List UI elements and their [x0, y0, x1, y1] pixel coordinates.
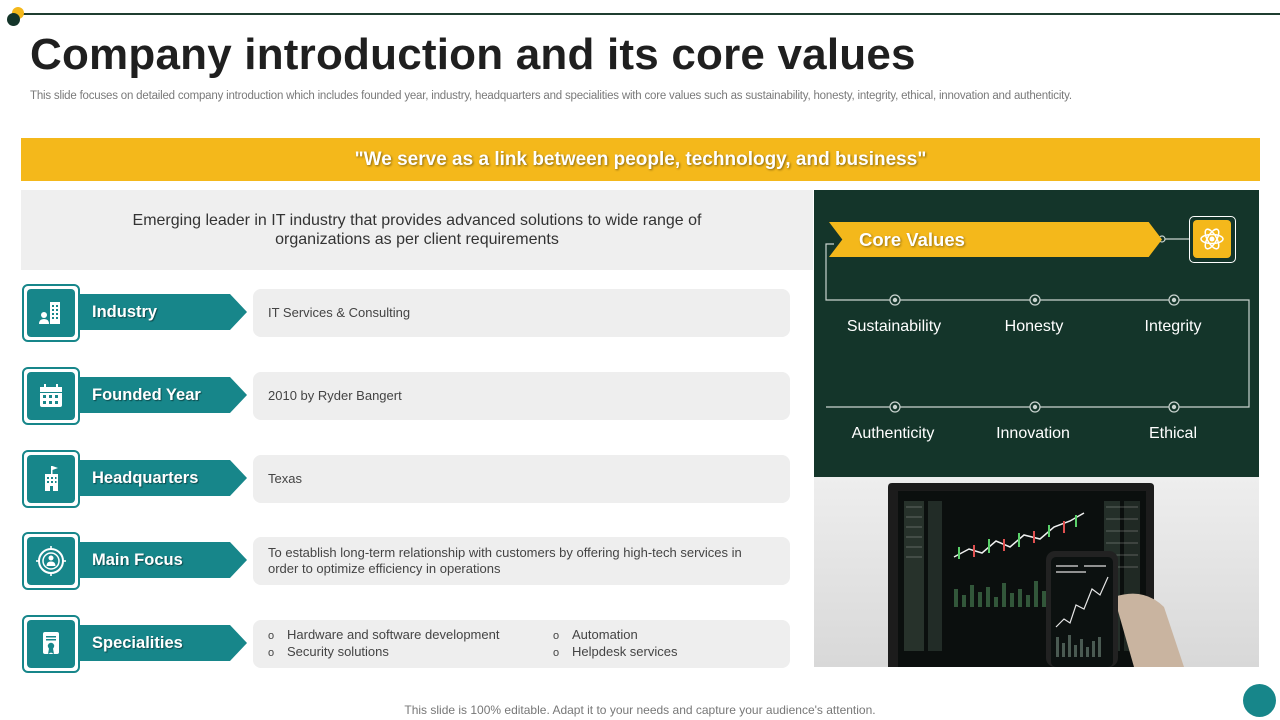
atom-network-icon: [1193, 220, 1231, 258]
specialities-value-box: o Hardware and software development o Auto…: [253, 620, 790, 668]
target-person-icon: [27, 537, 75, 585]
intro-text: Emerging leader in IT industry that prov…: [132, 212, 702, 248]
decor-dot-dark: [7, 13, 20, 26]
main-focus-icon-frame: [22, 532, 80, 590]
main-focus-value: To establish long-term relationship with…: [268, 545, 742, 576]
detail-row-specialities: Specialities o Hardware and software deve…: [22, 615, 792, 673]
intro-panel: Emerging leader in IT industry that prov…: [21, 190, 813, 270]
bullet: o: [553, 647, 560, 659]
founded-year-icon-frame: [22, 367, 80, 425]
list-item: o Security solutions: [268, 644, 389, 659]
core-value-ethical: Ethical: [1148, 425, 1198, 442]
footer-note: This slide is 100% editable. Adapt it to…: [404, 703, 876, 717]
headquarters-value: Texas: [268, 471, 302, 486]
headquarters-icon-frame: [22, 450, 80, 508]
founded-year-label: Founded Year: [92, 385, 201, 404]
bullet: o: [268, 647, 275, 659]
specialities-label: Specialities: [92, 633, 183, 652]
list-item: o Automation: [553, 627, 638, 642]
main-focus-label: Main Focus: [92, 550, 183, 569]
specialities-list: o Hardware and software development o Auto…: [268, 627, 775, 661]
main-focus-value-box: To establish long-term relationship with…: [253, 537, 790, 585]
certificate-icon: [27, 620, 75, 668]
page-subtitle: This slide focuses on detailed company i…: [30, 90, 1072, 102]
industry-label: Industry: [92, 302, 158, 321]
detail-row-main-focus: Main Focus To establish long-term relati…: [22, 532, 792, 590]
industry-value: IT Services & Consulting: [268, 305, 411, 320]
industry-value-box: IT Services & Consulting: [253, 289, 790, 337]
specialities-tag: Specialities: [77, 625, 247, 661]
core-value-innovation: Innovation: [996, 425, 1070, 442]
quote-banner: "We serve as a link between people, tech…: [21, 138, 1260, 181]
page-title: Company introduction and its core values: [30, 30, 916, 79]
core-values-icon-frame: [1189, 216, 1236, 263]
headquarters-value-box: Texas: [253, 455, 790, 503]
detail-row-founded-year: Founded Year 2010 by Ryder Bangert: [22, 367, 792, 425]
core-values-panel: Core Values Sustainability Honesty Integ…: [814, 190, 1259, 477]
industry-icon-frame: [22, 284, 80, 342]
bullet: o: [553, 630, 560, 642]
specialities-icon-frame: [22, 615, 80, 673]
core-value-honesty: Honesty: [1004, 318, 1064, 335]
founded-year-tag: Founded Year: [77, 377, 247, 413]
quote-text: "We serve as a link between people, tech…: [354, 148, 927, 170]
bullet: o: [268, 630, 275, 642]
core-values-title: Core Values: [859, 228, 965, 250]
office-flag-icon: [27, 455, 75, 503]
detail-row-headquarters: Headquarters Texas: [22, 450, 792, 508]
decor-dot-teal: [1243, 684, 1276, 717]
main-focus-tag: Main Focus: [77, 542, 247, 578]
building-person-icon: [27, 289, 75, 337]
core-value-authenticity: Authenticity: [851, 425, 935, 442]
headquarters-label: Headquarters: [92, 468, 199, 487]
founded-year-value: 2010 by Ryder Bangert: [268, 388, 402, 403]
top-rule: [18, 13, 1280, 15]
list-item: o Hardware and software development: [268, 627, 500, 642]
list-item: o Helpdesk services: [553, 644, 678, 659]
industry-tag: Industry: [77, 294, 247, 330]
calendar-icon: [27, 372, 75, 420]
headquarters-tag: Headquarters: [77, 460, 247, 496]
core-value-integrity: Integrity: [1144, 318, 1202, 335]
laptop-smartphone-stock-chart-image: [814, 477, 1259, 667]
founded-year-value-box: 2010 by Ryder Bangert: [253, 372, 790, 420]
core-value-sustainability: Sustainability: [846, 318, 942, 335]
core-values-banner: Core Values: [829, 222, 1162, 257]
detail-row-industry: Industry IT Services & Consulting: [22, 284, 792, 342]
